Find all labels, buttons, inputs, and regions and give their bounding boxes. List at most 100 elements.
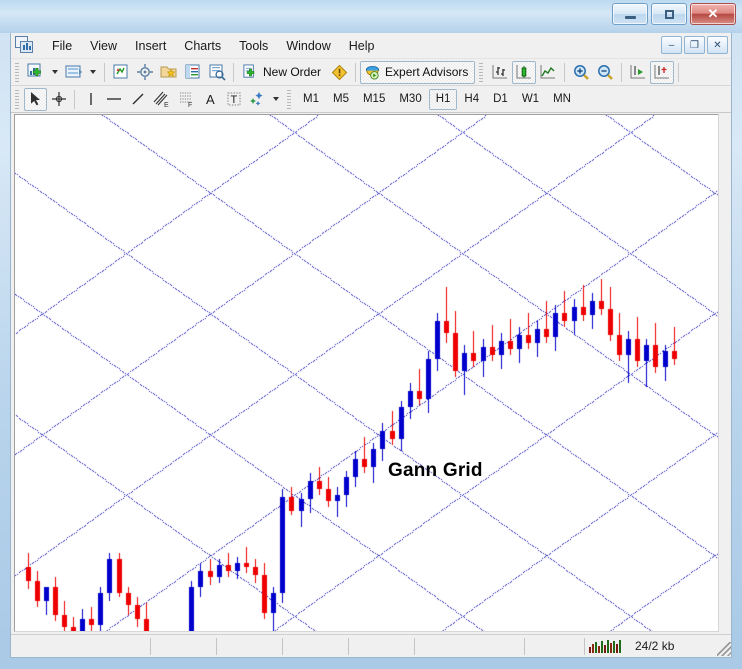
traffic-bar (589, 647, 591, 653)
timeframe-h4[interactable]: H4 (457, 89, 486, 110)
toolbar-separator (678, 63, 679, 82)
equidistant-channel-tool[interactable]: E (149, 88, 174, 111)
toolbar-separator (233, 63, 234, 82)
toolbar-separator (621, 63, 622, 82)
vertical-line-icon (83, 91, 99, 107)
cursor-tool[interactable] (24, 88, 47, 111)
new-order-label: New Order (263, 65, 321, 79)
profiles-dropdown-caret[interactable] (90, 70, 96, 74)
chart-shift-button[interactable] (650, 61, 674, 84)
traffic-label: 24/2 kb (621, 639, 674, 653)
menu-file[interactable]: File (43, 36, 81, 56)
timeframe-mn[interactable]: MN (546, 89, 578, 110)
timeframe-h1[interactable]: H1 (429, 89, 458, 110)
bar-chart-button[interactable] (488, 61, 512, 84)
status-cell-1 (11, 638, 151, 655)
alert-diamond-icon (331, 64, 348, 81)
mdi-minimize-button[interactable]: – (661, 36, 682, 54)
market-watch-button[interactable] (109, 61, 133, 84)
chart-shift-icon (653, 63, 671, 81)
trendline-tool[interactable] (126, 88, 149, 111)
close-button[interactable]: ✕ (690, 3, 736, 25)
label-t-icon: T (226, 91, 242, 107)
toolbar-grip[interactable] (478, 63, 485, 82)
new-order-button[interactable]: New Order (238, 61, 328, 84)
profiles-button[interactable] (62, 61, 86, 84)
favorites-button[interactable] (157, 61, 181, 84)
candlestick-chart-icon (515, 63, 533, 81)
chart-window[interactable]: Gann Grid (14, 114, 719, 632)
timeframe-w1[interactable]: W1 (515, 89, 546, 110)
shapes-tool[interactable] (245, 88, 269, 111)
navigator-button[interactable] (133, 61, 157, 84)
price-chart-canvas[interactable] (15, 115, 719, 632)
expert-advisors-button[interactable]: Expert Advisors (360, 61, 475, 84)
menu-window[interactable]: Window (277, 36, 339, 56)
menu-insert[interactable]: Insert (126, 36, 175, 56)
timeframe-m1[interactable]: M1 (296, 89, 326, 110)
window-controls: ✕ (612, 3, 736, 25)
new-chart-icon (27, 63, 45, 81)
toolbar-grip[interactable] (14, 90, 21, 109)
traffic-bar (604, 645, 606, 653)
mdi-restore-button[interactable]: ❐ (684, 36, 705, 54)
auto-scroll-icon (629, 63, 647, 81)
status-cell-7 (525, 638, 585, 655)
vertical-line-tool[interactable] (79, 88, 102, 111)
timeframe-m30[interactable]: M30 (392, 89, 428, 110)
client-area: File View Insert Charts Tools Window Hel… (10, 33, 732, 658)
candlestick-chart-button[interactable] (512, 61, 536, 84)
shapes-dropdown-caret[interactable] (273, 97, 279, 101)
data-window-button[interactable] (181, 61, 205, 84)
profiles-icon (65, 63, 83, 81)
crosshair-tool[interactable] (47, 88, 70, 111)
status-cell-4 (283, 638, 349, 655)
svg-text:T: T (230, 94, 237, 106)
horizontal-line-tool[interactable] (102, 88, 126, 111)
menu-help[interactable]: Help (340, 36, 384, 56)
toolbar-grip[interactable] (14, 63, 21, 82)
label-tool[interactable]: T (222, 88, 245, 111)
timeframe-d1[interactable]: D1 (486, 89, 515, 110)
toolbar-grip[interactable] (286, 90, 293, 109)
gann-grid-annotation: Gann Grid (388, 460, 483, 482)
mdi-close-button[interactable]: ✕ (707, 36, 728, 54)
menu-charts[interactable]: Charts (175, 36, 230, 56)
traffic-bar (595, 642, 597, 653)
zoom-in-button[interactable] (569, 61, 593, 84)
new-chart-dropdown-caret[interactable] (52, 70, 58, 74)
menu-tools[interactable]: Tools (230, 36, 277, 56)
fibonacci-tool[interactable]: F (174, 88, 199, 111)
menu-view[interactable]: View (81, 36, 126, 56)
resize-grip[interactable] (717, 642, 731, 656)
status-cell-3 (217, 638, 283, 655)
traffic-bar (607, 640, 609, 653)
timeframe-m15[interactable]: M15 (356, 89, 392, 110)
alerts-button[interactable] (328, 61, 351, 84)
fibonacci-f-icon: F (177, 91, 196, 108)
navigator-icon (136, 63, 154, 81)
terminal-icon (208, 63, 226, 81)
timeframe-m5[interactable]: M5 (326, 89, 356, 110)
toolbar-separator (355, 63, 356, 82)
menu-bar: File View Insert Charts Tools Window Hel… (11, 33, 731, 59)
maximize-button[interactable] (651, 3, 687, 25)
status-cell-6 (415, 638, 525, 655)
minimize-button[interactable] (612, 3, 648, 25)
horizontal-line-icon (105, 91, 123, 107)
svg-text:F: F (188, 102, 192, 108)
toolbar-separator (104, 63, 105, 82)
minimize-icon (613, 4, 647, 24)
new-chart-button[interactable] (24, 61, 48, 84)
market-watch-icon (112, 63, 130, 81)
network-traffic-icon (589, 640, 621, 653)
text-tool[interactable]: A (199, 88, 222, 111)
menu-items: File View Insert Charts Tools Window Hel… (43, 36, 384, 56)
terminal-button[interactable] (205, 61, 229, 84)
line-chart-button[interactable] (536, 61, 560, 84)
zoom-out-button[interactable] (593, 61, 617, 84)
zoom-in-icon (572, 63, 590, 81)
auto-scroll-button[interactable] (626, 61, 650, 84)
bar-chart-icon (491, 63, 509, 81)
expert-advisors-icon (364, 64, 381, 81)
